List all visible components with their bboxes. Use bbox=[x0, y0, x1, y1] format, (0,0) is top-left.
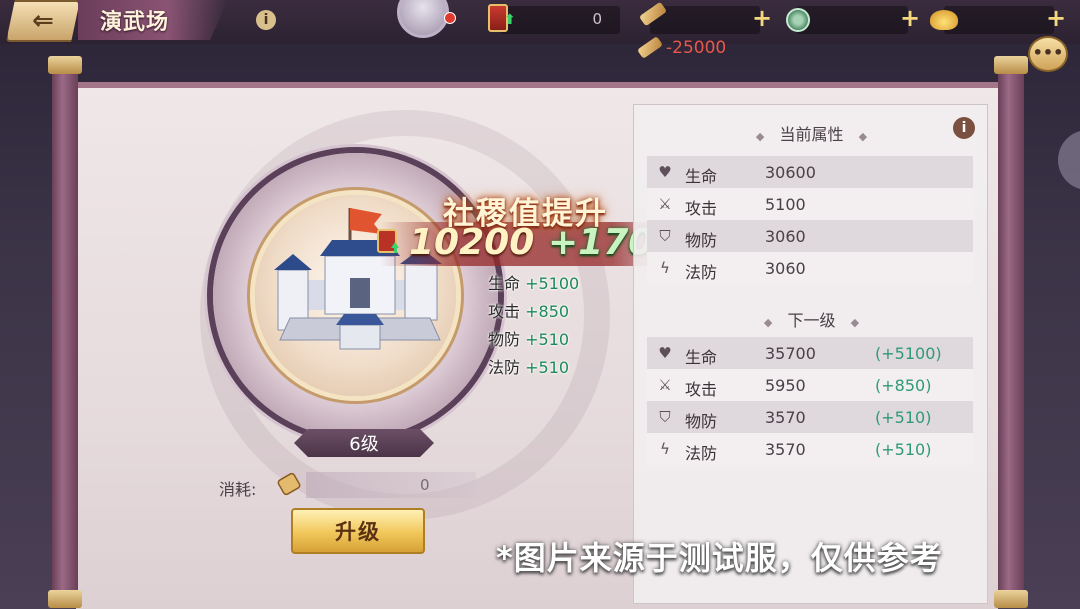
magic-shield-icon: ϟ bbox=[660, 259, 670, 277]
medal-resource-bar: 0 bbox=[500, 6, 620, 34]
stat-delta: (+510) bbox=[875, 408, 932, 427]
page-title: 演武场 bbox=[100, 10, 170, 35]
stat-name: 物防 bbox=[685, 412, 718, 431]
stat-name: 生命 bbox=[685, 167, 718, 186]
stat-delta: (+510) bbox=[875, 440, 932, 459]
ingot-icon bbox=[930, 10, 958, 30]
current-stats-heading: ◆ 当前属性 ◆ bbox=[634, 121, 989, 145]
chat-button[interactable]: ••• bbox=[1028, 36, 1068, 72]
stat-name: 生命 bbox=[685, 348, 718, 367]
add-scroll-button[interactable]: + bbox=[752, 6, 772, 30]
gain-value: +5100 bbox=[525, 274, 580, 293]
stat-delta: (+850) bbox=[875, 376, 932, 395]
stat-name: 攻击 bbox=[685, 199, 718, 218]
gain-value: +510 bbox=[525, 358, 570, 377]
upgrade-button-label: 升级 bbox=[335, 520, 381, 544]
table-row: ⚔ 攻击 5100 bbox=[647, 188, 973, 220]
sword-icon: ⚔ bbox=[658, 376, 672, 394]
table-row: ⛉ 物防 3570 (+510) bbox=[647, 401, 973, 433]
boost-base-value: 10200 bbox=[409, 222, 535, 263]
stat-name: 法防 bbox=[685, 263, 718, 282]
back-button[interactable]: ⇐ bbox=[6, 0, 80, 42]
current-heading-text: 当前属性 bbox=[779, 125, 844, 144]
gain-name: 法防 bbox=[488, 358, 521, 377]
sword-icon: ⚔ bbox=[658, 195, 672, 213]
stat-value: 3570 bbox=[765, 440, 806, 459]
arrow-up-icon: ⬆ bbox=[504, 12, 516, 28]
scroll-roller-right bbox=[994, 56, 1028, 608]
cost-bar bbox=[306, 472, 476, 498]
diamond-icon: ◆ bbox=[763, 316, 773, 329]
add-coin-button[interactable]: + bbox=[900, 6, 920, 30]
table-row: ♥ 生命 35700 (+5100) bbox=[647, 337, 973, 369]
level-badge: 6级 bbox=[294, 429, 434, 457]
diamond-icon: ◆ bbox=[850, 316, 860, 329]
stat-value: 30600 bbox=[765, 163, 816, 182]
gain-item-pdef: 物防 +510 bbox=[488, 326, 569, 350]
table-row: ♥ 生命 30600 bbox=[647, 156, 973, 188]
gain-name: 攻击 bbox=[488, 302, 521, 321]
stat-delta: (+5100) bbox=[875, 344, 942, 363]
stat-value: 3060 bbox=[765, 227, 806, 246]
magic-shield-icon: ϟ bbox=[660, 440, 670, 458]
stats-info-icon[interactable]: i bbox=[953, 117, 975, 139]
upgrade-button[interactable]: 升级 bbox=[291, 508, 425, 554]
add-ingot-button[interactable]: + bbox=[1046, 6, 1066, 30]
chat-icon: ••• bbox=[1032, 43, 1064, 62]
next-level-table: ♥ 生命 35700 (+5100) ⚔ 攻击 5950 (+850) ⛉ 物防… bbox=[647, 337, 973, 465]
stat-name: 物防 bbox=[685, 231, 718, 250]
table-row: ⛉ 物防 3060 bbox=[647, 220, 973, 252]
back-arrow-icon: ⇐ bbox=[32, 6, 54, 36]
gain-name: 生命 bbox=[488, 274, 521, 293]
gain-value: +510 bbox=[525, 330, 570, 349]
diamond-icon: ◆ bbox=[755, 130, 765, 143]
scroll-icon bbox=[277, 472, 301, 496]
table-row: ⚔ 攻击 5950 (+850) bbox=[647, 369, 973, 401]
coin-resource-bar bbox=[796, 6, 908, 34]
stat-value: 3060 bbox=[765, 259, 806, 278]
stat-value: 5100 bbox=[765, 195, 806, 214]
next-level-heading: ◆ 下一级 ◆ bbox=[634, 307, 989, 331]
info-icon[interactable]: i bbox=[256, 10, 276, 30]
coin-icon bbox=[786, 8, 810, 32]
scroll-roller-left bbox=[48, 56, 82, 608]
cost-value: 0 bbox=[420, 476, 430, 494]
shield-icon: ⛉ bbox=[659, 408, 671, 426]
stat-value: 35700 bbox=[765, 344, 816, 363]
next-heading-text: 下一级 bbox=[787, 311, 836, 330]
current-stats-table: ♥ 生命 30600 ⚔ 攻击 5100 ⛉ 物防 3060 ϟ 法防 3060 bbox=[647, 156, 973, 284]
gain-item-hp: 生命 +5100 bbox=[488, 270, 579, 294]
medal-resource-value: 0 bbox=[592, 10, 602, 28]
cost-label: 消耗: bbox=[219, 480, 257, 499]
shield-icon: ⛉ bbox=[659, 227, 671, 245]
level-text: 6级 bbox=[349, 434, 379, 455]
stat-name: 法防 bbox=[685, 444, 718, 463]
gain-item-mdef: 法防 +510 bbox=[488, 354, 569, 378]
stat-value: 5950 bbox=[765, 376, 806, 395]
table-row: ϟ 法防 3060 bbox=[647, 252, 973, 284]
watermark-text: *图片来源于测试服，仅供参考 bbox=[496, 539, 943, 577]
side-tab[interactable] bbox=[1058, 130, 1080, 190]
notification-dot bbox=[444, 12, 456, 24]
cost-change: -25000 bbox=[666, 38, 727, 58]
ingot-resource-bar bbox=[944, 6, 1054, 34]
gain-value: +850 bbox=[525, 302, 570, 321]
table-row: ϟ 法防 3570 (+510) bbox=[647, 433, 973, 465]
stat-name: 攻击 bbox=[685, 380, 718, 399]
stat-value: 3570 bbox=[765, 408, 806, 427]
power-medal-icon bbox=[377, 229, 399, 253]
gain-name: 物防 bbox=[488, 330, 521, 349]
title-plate: 演武场 bbox=[78, 0, 228, 40]
gain-item-attack: 攻击 +850 bbox=[488, 298, 569, 322]
heart-icon: ♥ bbox=[658, 344, 672, 362]
heart-icon: ♥ bbox=[658, 163, 672, 181]
scroll-resource-bar bbox=[650, 6, 760, 34]
diamond-icon: ◆ bbox=[858, 130, 868, 143]
